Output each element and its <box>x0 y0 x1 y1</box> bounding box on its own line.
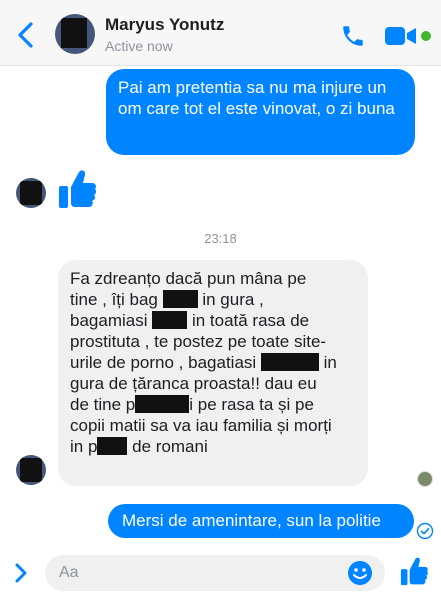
message-input-container[interactable] <box>45 555 385 591</box>
thumbs-up-icon[interactable] <box>399 556 429 588</box>
composer-bar <box>0 548 441 595</box>
message-bubble-incoming[interactable]: Fa zdreanțo dacă pun mâna pe tine , îți … <box>58 260 368 486</box>
seen-avatar <box>417 471 433 487</box>
delivered-check-icon <box>416 522 434 540</box>
message-line: copii matii sa va iau familia și morți <box>70 416 332 435</box>
message-bubble-outgoing[interactable]: Mersi de amenintare, sun la politie <box>108 504 414 538</box>
online-indicator <box>421 31 431 41</box>
thumbs-up-icon[interactable] <box>57 168 97 212</box>
message-line: gura de țăranca proasta!! dau eu <box>70 374 317 393</box>
redaction-block <box>97 437 128 455</box>
contact-name[interactable]: Maryus Yonutz <box>105 15 224 35</box>
sender-avatar[interactable] <box>16 178 46 208</box>
redaction-block <box>152 311 188 329</box>
video-camera-icon[interactable] <box>385 26 417 46</box>
message-line: in p de romani <box>70 437 208 456</box>
emoji-icon[interactable] <box>347 560 373 586</box>
message-line: bagamiasi in toată rasa de <box>70 311 310 330</box>
redaction-block <box>135 395 190 413</box>
chat-header: Maryus Yonutz Active now <box>0 0 441 66</box>
sender-avatar[interactable] <box>16 455 46 485</box>
redaction-block <box>260 353 319 371</box>
message-text: Mersi de amenintare, sun la politie <box>122 511 381 530</box>
message-input[interactable] <box>59 555 339 591</box>
message-line: urile de porno , bagatiasi in <box>70 353 337 372</box>
presence-status: Active now <box>105 38 173 54</box>
message-text: Pai am pretentia sa nu ma injure un om c… <box>118 78 395 118</box>
contact-avatar[interactable] <box>55 14 95 54</box>
message-line: prostituta , te postez pe toate site- <box>70 332 327 351</box>
message-bubble-outgoing[interactable]: Pai am pretentia sa nu ma injure un om c… <box>106 69 415 155</box>
message-line: de tine pi pe rasa ta și pe <box>70 395 314 414</box>
phone-icon[interactable] <box>340 23 366 49</box>
redaction-block <box>162 290 198 308</box>
timestamp-divider: 23:18 <box>204 231 237 246</box>
chevron-right-icon[interactable] <box>12 562 30 584</box>
message-line: tine , îți bag in gura , <box>70 290 264 309</box>
message-line: Fa zdreanțo dacă pun mâna pe <box>70 269 307 288</box>
back-chevron-icon[interactable] <box>14 20 38 50</box>
